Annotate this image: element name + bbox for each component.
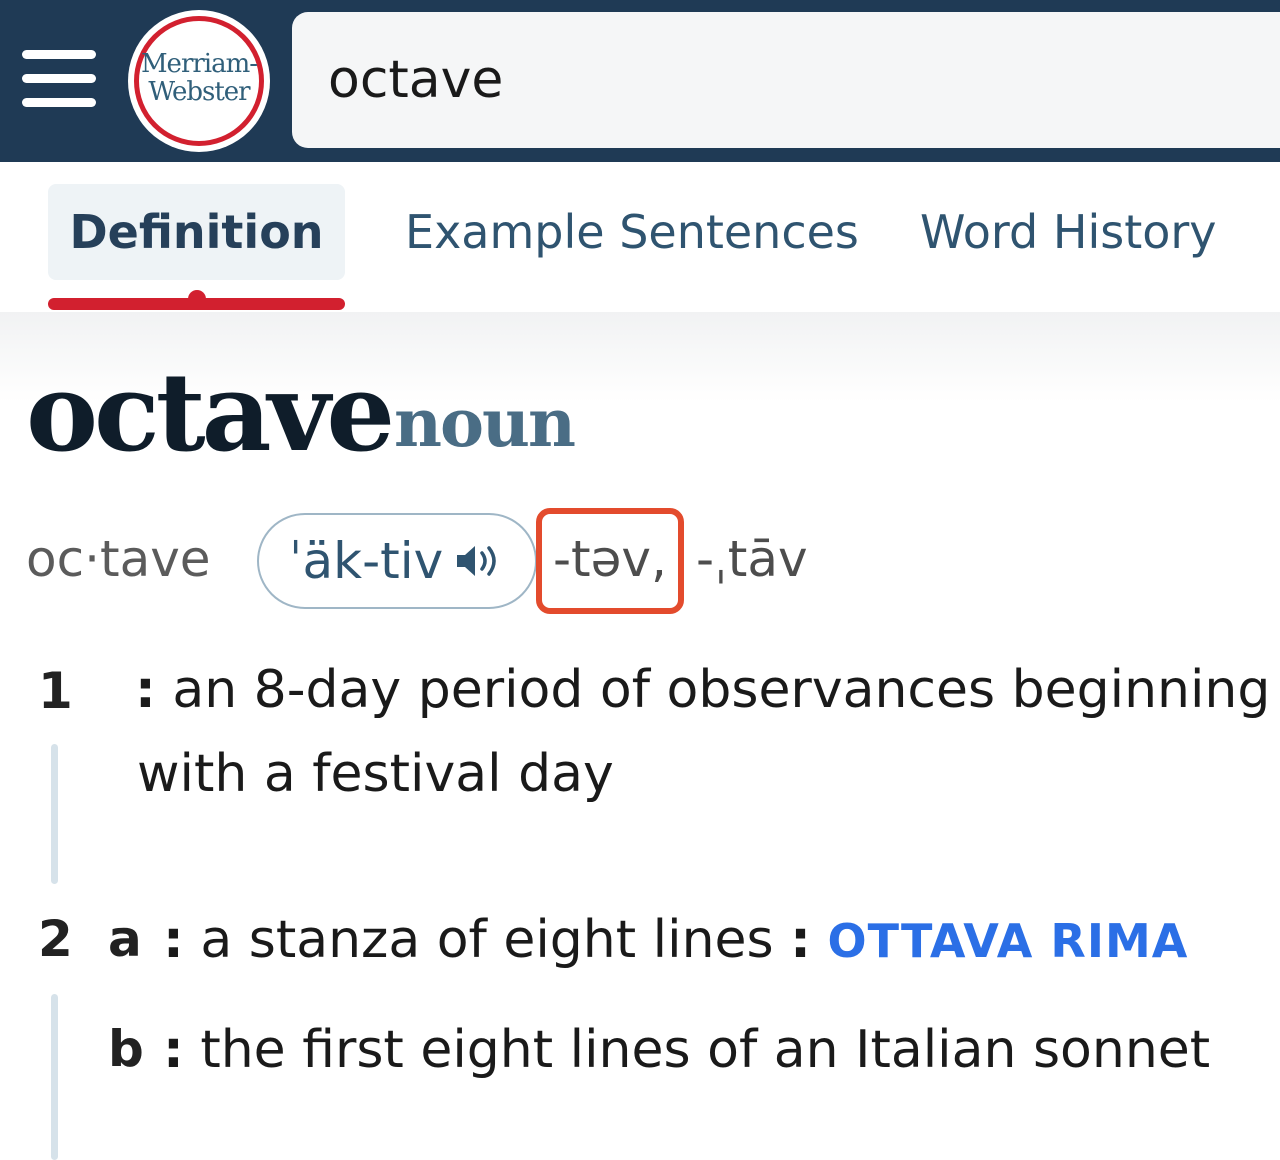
tab-definition[interactable]: Definition — [48, 184, 345, 280]
sense-bar — [51, 994, 58, 1160]
active-tab-indicator — [48, 290, 345, 310]
logo-text: Merriam- Webster — [140, 49, 258, 107]
sense-number: 2 — [38, 910, 73, 968]
tab-example-sentences[interactable]: Example Sentences — [405, 184, 859, 280]
definition-text: : a stanza of eight lines : OTTAVA RIMA — [163, 910, 1189, 970]
definition-text: with a festival day — [137, 744, 614, 804]
merriam-webster-logo[interactable]: Merriam- Webster — [128, 10, 270, 152]
sense-bar — [51, 744, 58, 884]
tab-word-history[interactable]: Word History — [920, 184, 1217, 280]
speaker-icon — [457, 546, 496, 576]
subsense-letter: a — [108, 910, 142, 968]
tab-bar: Definition Example Sentences Word Histor… — [0, 162, 1280, 312]
pronunciation-variant: -ˌtāv — [696, 530, 808, 588]
highlight-annotation — [536, 508, 684, 614]
subsense-letter: b — [108, 1020, 144, 1078]
sense-number: 1 — [38, 662, 73, 720]
pronunciation-audio-button[interactable]: ˈäk-tiv — [257, 513, 537, 609]
site-header: Merriam- Webster — [0, 0, 1280, 162]
cross-reference-link[interactable]: OTTAVA RIMA — [827, 914, 1188, 968]
headword: octave — [26, 350, 395, 476]
search-box — [292, 12, 1280, 148]
part-of-speech[interactable]: noun — [394, 384, 576, 462]
pronunciation-text: ˈäk-tiv — [288, 532, 444, 590]
search-input[interactable] — [328, 42, 1228, 118]
definition-text: : the first eight lines of an Italian so… — [163, 1020, 1211, 1080]
syllabification: oc·tave — [26, 530, 211, 588]
definition-text: : an 8-day period of observances beginni… — [135, 660, 1271, 720]
hamburger-menu-icon[interactable] — [22, 50, 98, 112]
